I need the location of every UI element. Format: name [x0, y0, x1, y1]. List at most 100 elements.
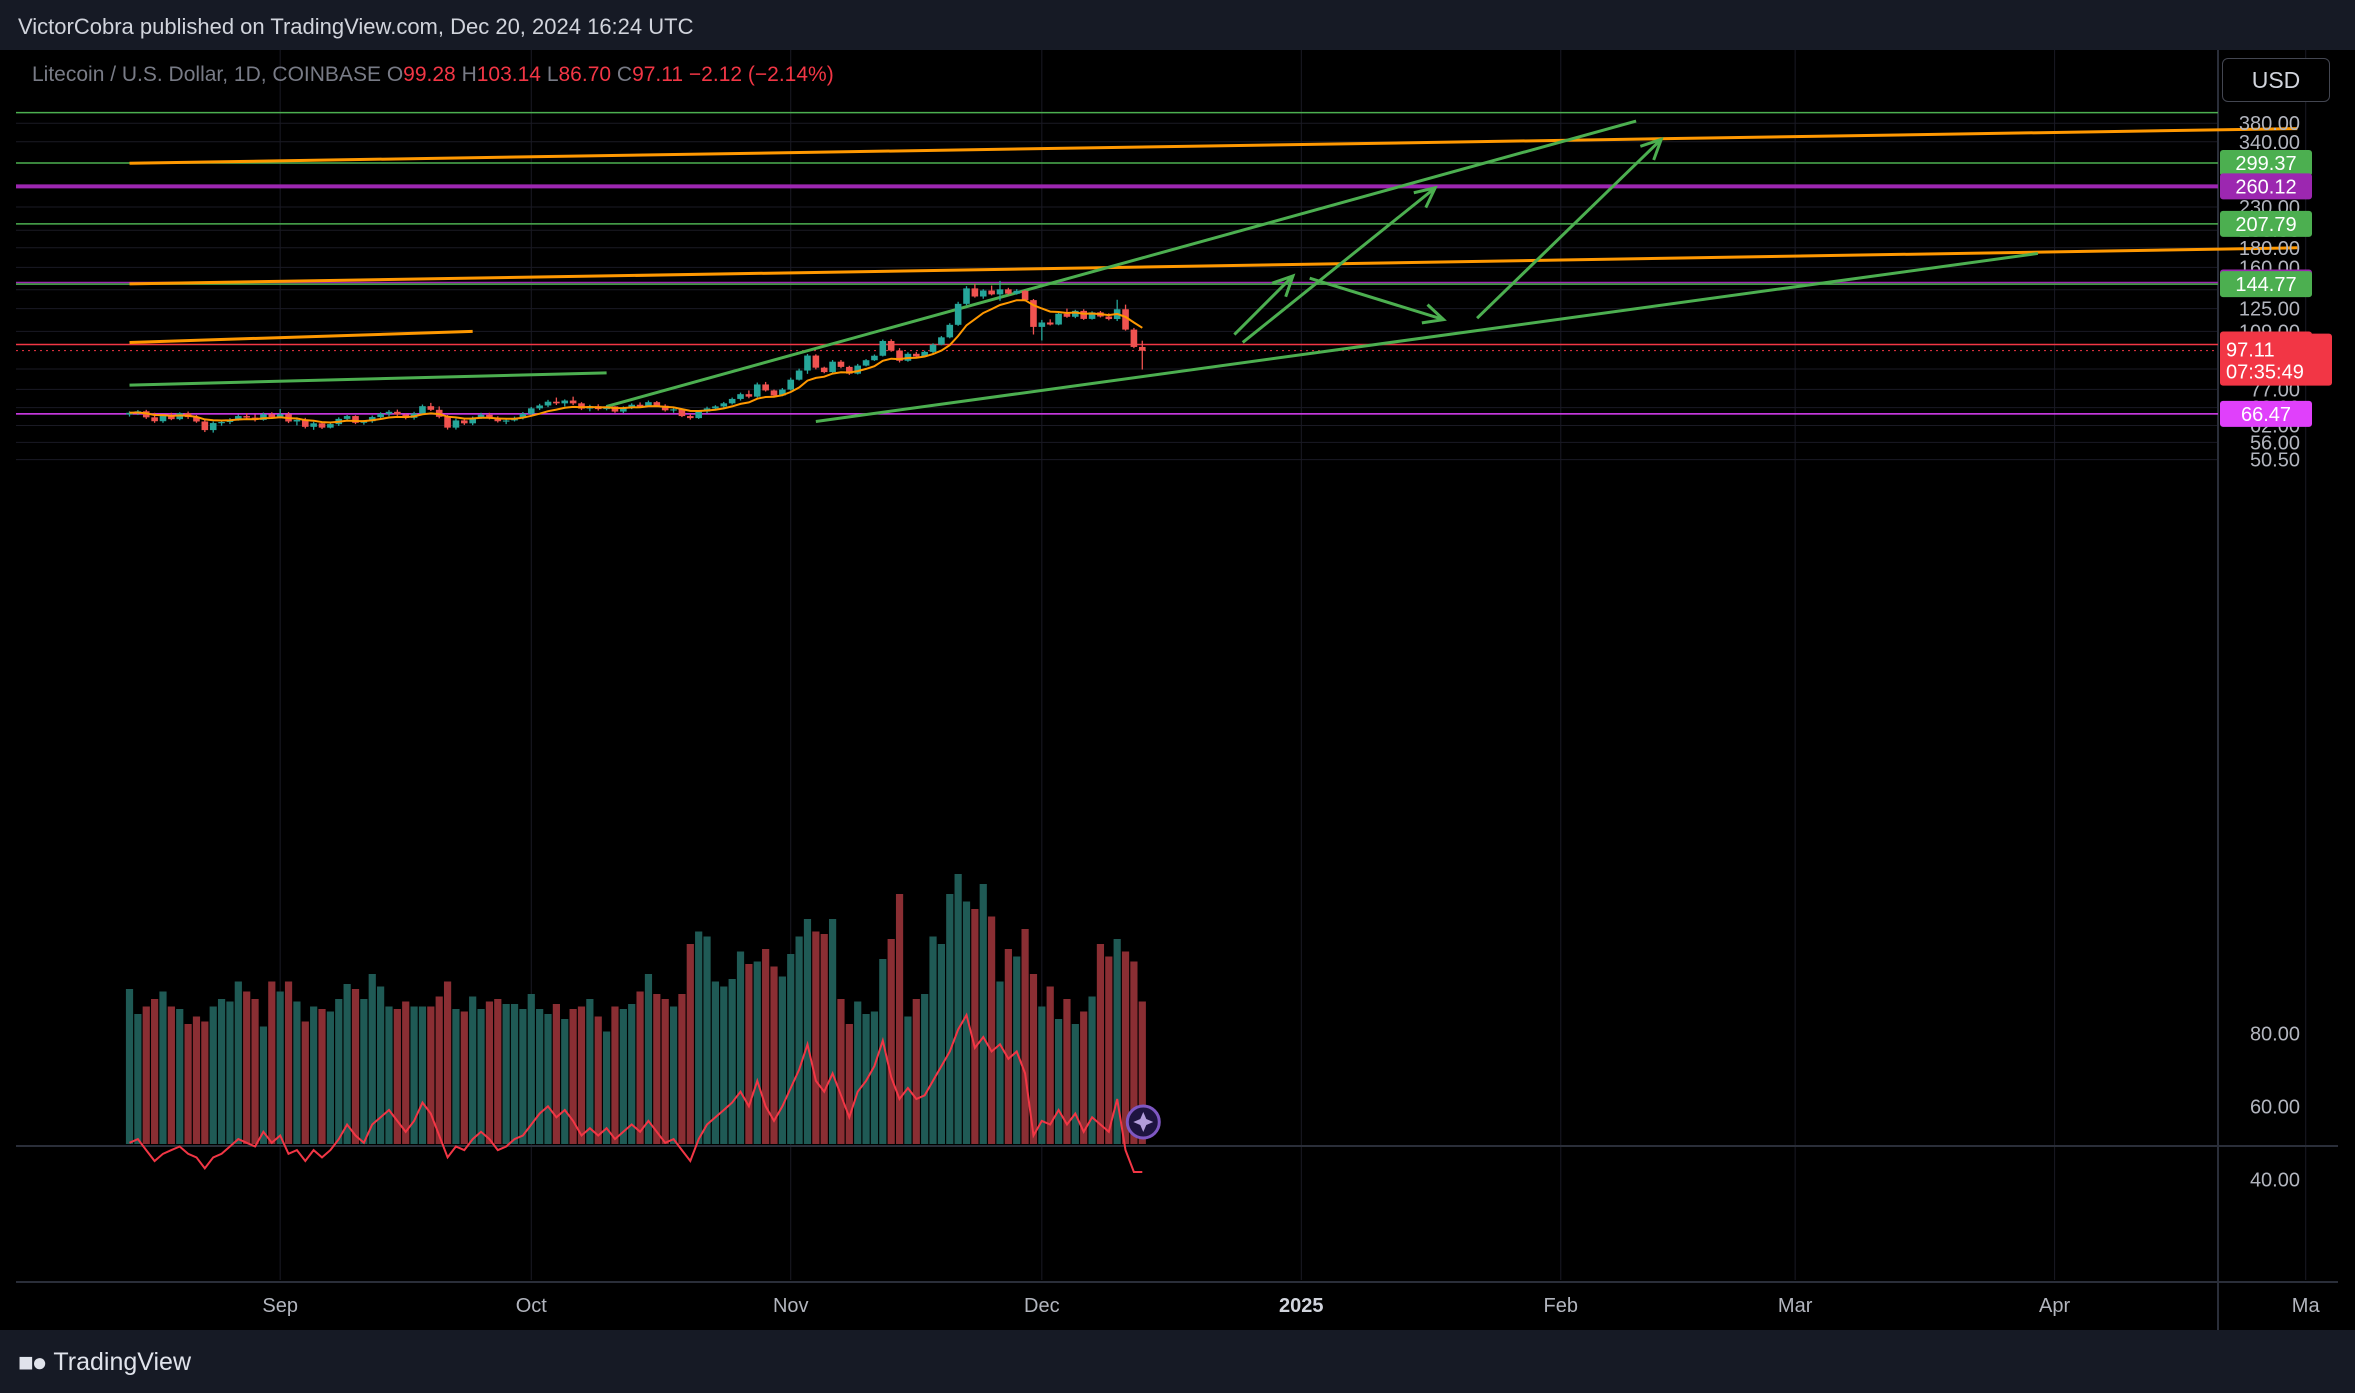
rsi-axis-tick: 60.00: [2250, 1096, 2300, 1118]
volume-bar: [644, 974, 653, 1144]
price-badge-label: 299.37: [2235, 153, 2296, 175]
volume-bar: [854, 1001, 862, 1144]
candle-body: [996, 289, 1004, 295]
time-axis-tick: Mar: [1778, 1295, 1813, 1317]
legend-low-value: 86.70: [558, 63, 612, 86]
volume-bar: [887, 939, 895, 1144]
volume-bar: [268, 981, 276, 1144]
volume-bar: [653, 994, 661, 1144]
candle-body: [243, 416, 250, 418]
candle-body: [737, 394, 744, 399]
volume-bar: [142, 1006, 150, 1144]
candle-body: [979, 290, 987, 297]
volume-bar: [368, 974, 376, 1144]
candle-body: [753, 384, 761, 397]
volume-bar: [778, 976, 786, 1144]
candle-body: [712, 406, 719, 409]
volume-bar: [1071, 1024, 1079, 1144]
chart-area[interactable]: 80.0060.0040.00380.00340.00230.00200.001…: [16, 50, 2338, 1330]
legend-close-value: 97.11: [632, 63, 684, 86]
time-axis-tick: Oct: [516, 1295, 548, 1317]
volume-bar: [167, 1006, 175, 1144]
price-chart[interactable]: 80.0060.0040.00380.00340.00230.00200.001…: [16, 50, 2338, 1330]
tradingview-mark-icon: ■●: [18, 1347, 47, 1377]
candle-body: [1013, 290, 1021, 294]
candle-body: [862, 360, 870, 366]
candle-body: [209, 423, 217, 431]
volume-bar: [1105, 956, 1113, 1144]
volume-bar: [192, 1016, 201, 1144]
volume-bar: [619, 1009, 627, 1144]
candle: [954, 301, 962, 326]
tradingview-logo[interactable]: ■● TradingView: [18, 1347, 191, 1378]
volume-bar: [243, 991, 251, 1144]
volume-bar: [795, 936, 803, 1144]
price-axis-tick: 125.00: [2239, 299, 2300, 321]
volume-bar: [996, 981, 1004, 1144]
time-axis-tick: Feb: [1544, 1295, 1578, 1317]
time-axis-tick: Apr: [2039, 1295, 2070, 1317]
volume-bar: [971, 909, 979, 1144]
candle-body: [394, 411, 401, 415]
candle-body: [527, 408, 535, 414]
candle-body: [1005, 289, 1012, 294]
currency-selector-button[interactable]: USD: [2222, 58, 2330, 102]
volume-bar: [695, 931, 703, 1144]
volume-bar: [251, 999, 259, 1144]
legend-open-value: 99.28: [403, 63, 456, 86]
legend-change: −2.12 (−2.14%): [688, 63, 834, 86]
legend-symbol[interactable]: Litecoin / U.S. Dollar, 1D, COINBASE: [32, 63, 381, 86]
volume-bar: [544, 1014, 552, 1144]
candle-body: [938, 337, 945, 345]
legend-high-value: 103.14: [476, 63, 541, 86]
candle-body: [829, 361, 836, 373]
candle-body: [762, 384, 769, 391]
volume-bar: [134, 1014, 142, 1144]
candle-body: [837, 361, 845, 367]
candle: [812, 354, 820, 370]
price-badge: 144.77: [2220, 271, 2312, 298]
time-axis-tick: 2025: [1279, 1295, 1324, 1317]
candle-body: [553, 401, 560, 404]
candle-body: [929, 344, 937, 352]
idea-marker-icon: [1125, 1104, 1161, 1140]
volume-bar: [276, 991, 284, 1144]
volume-bar: [418, 1006, 427, 1144]
volume-bar: [753, 961, 761, 1144]
candle-body: [1038, 322, 1046, 327]
volume-bar: [812, 931, 820, 1144]
volume-bar: [828, 919, 837, 1144]
volume-bar: [385, 1006, 393, 1144]
volume-bar: [979, 884, 987, 1144]
volume-bar: [661, 999, 669, 1144]
candle-body: [1130, 329, 1138, 347]
volume-bar: [343, 984, 351, 1144]
candle-body: [419, 406, 426, 414]
volume-bar: [335, 999, 343, 1144]
volume-bar: [1004, 949, 1012, 1144]
volume-bar: [787, 954, 795, 1144]
volume-bar: [301, 1021, 309, 1144]
volume-bar: [736, 951, 745, 1144]
candle-body: [912, 353, 920, 357]
candle-body: [795, 370, 803, 380]
volume-bar: [360, 999, 368, 1144]
candle: [753, 382, 761, 398]
candle-body: [687, 416, 694, 419]
volume-bar: [226, 1001, 234, 1144]
volume-bar: [954, 874, 962, 1144]
volume-bar: [552, 1004, 560, 1144]
time-axis-tick: Ma: [2292, 1295, 2321, 1317]
candle-body: [954, 303, 962, 325]
publisher-caption: VictorCobra published on TradingView.com…: [18, 14, 694, 39]
candle-body: [377, 413, 384, 418]
volume-bar: [469, 996, 477, 1144]
volume-bar: [234, 981, 242, 1144]
last-price-badge: 97.1107:35:49: [2220, 333, 2332, 386]
candle-body: [151, 417, 158, 422]
candle-body: [544, 401, 552, 406]
candle-body: [159, 415, 167, 422]
candle-body: [293, 419, 301, 422]
candle-body: [1105, 316, 1113, 320]
candle-body: [1055, 313, 1062, 325]
